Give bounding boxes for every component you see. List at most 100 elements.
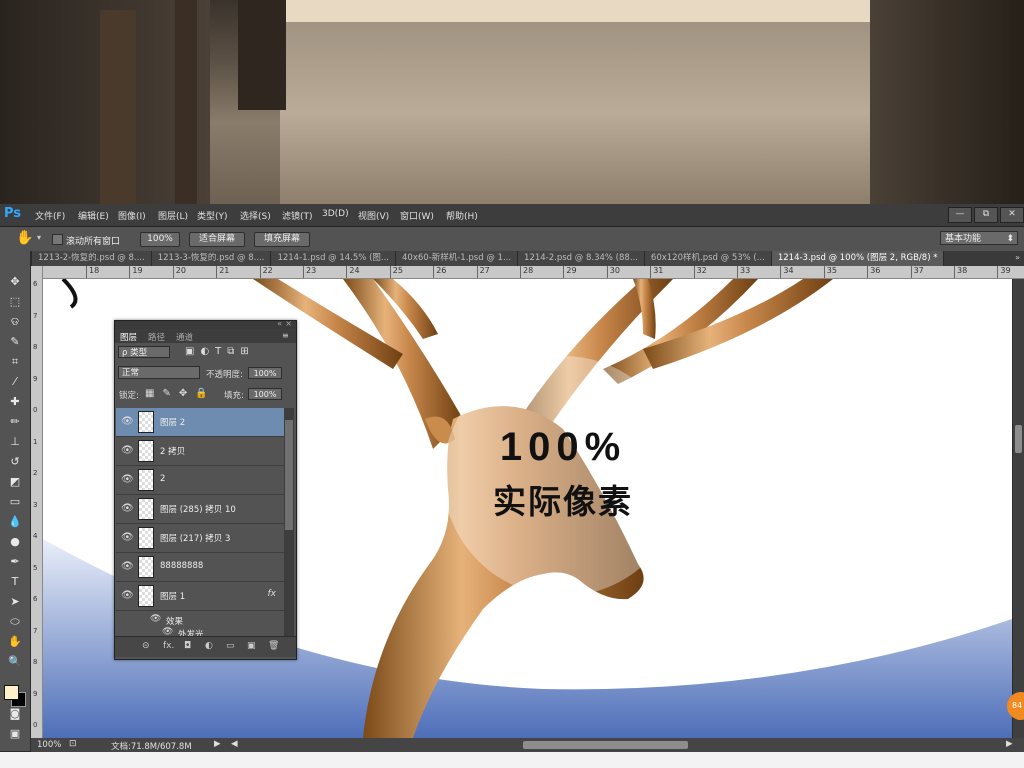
pen-tool-icon[interactable]: ✒ (7, 555, 23, 569)
collapse-icon[interactable]: « (277, 319, 282, 328)
fill-screen-button[interactable]: 填充屏幕 (254, 232, 310, 247)
effects-eye-icon[interactable]: 👁 (150, 614, 161, 624)
add-mask-icon[interactable]: ◘ (184, 641, 191, 651)
status-menu-arrow-icon[interactable]: ▶ (214, 739, 221, 749)
history-brush-tool-icon[interactable]: ↺ (7, 455, 23, 469)
scroll-left-arrow-icon[interactable]: ◀ (231, 739, 238, 749)
layers-panel-titlebar[interactable]: « × (115, 319, 296, 329)
path-select-tool-icon[interactable]: ➤ (7, 595, 23, 609)
layer-row[interactable]: 👁 图层 1 fx (116, 582, 284, 611)
menu-item-0[interactable]: 文件(F) (35, 209, 65, 222)
quick-mask-icon[interactable]: ◙ (7, 707, 23, 721)
visibility-eye-icon[interactable]: 👁 (121, 590, 134, 601)
workspace-select[interactable]: 基本功能 ⬍ (940, 231, 1018, 245)
more-tabs-icon[interactable]: » (1015, 253, 1020, 262)
ruler-tick-label: 31 (650, 266, 663, 278)
minimize-button[interactable]: — (948, 207, 972, 223)
marquee-tool-icon[interactable]: ⬚ (7, 295, 23, 309)
zoom-100-button[interactable]: 100% (140, 232, 180, 247)
blur-tool-icon[interactable]: 💧 (7, 515, 23, 529)
menu-item-4[interactable]: 类型(Y) (197, 209, 228, 222)
visibility-eye-icon[interactable]: 👁 (121, 445, 134, 456)
new-layer-icon[interactable]: ▣ (247, 641, 256, 651)
brush-tool-icon[interactable]: ✏ (7, 415, 23, 429)
visibility-eye-icon[interactable]: 👁 (121, 474, 134, 485)
dodge-tool-icon[interactable]: ● (7, 535, 23, 549)
eraser-tool-icon[interactable]: ◩ (7, 475, 23, 489)
ruler-tick-label: 20 (172, 266, 186, 278)
document-tab[interactable]: 1213-2-恢复的.psd @ 8.... (32, 251, 152, 266)
adjustment-layer-icon[interactable]: ◐ (205, 641, 213, 651)
screen-mode-icon[interactable]: ▣ (7, 727, 23, 741)
lock-icons[interactable]: ▦✎✥🔒 (145, 388, 216, 399)
menu-item-6[interactable]: 滤镜(T) (282, 209, 313, 222)
fit-screen-button[interactable]: 适合屏幕 (189, 232, 245, 247)
document-tab[interactable]: 1214-1.psd @ 14.5% (图... (271, 251, 396, 266)
document-tab[interactable]: 40x60-新样机-1.psd @ 1... (396, 251, 519, 266)
document-tab[interactable]: 1213-3-恢复的.psd @ 8.... (151, 251, 272, 266)
shape-tool-icon[interactable]: ⬭ (7, 615, 23, 629)
layer-row[interactable]: 👁 88888888 (116, 553, 284, 582)
delete-layer-icon[interactable]: 🗑 (268, 641, 279, 651)
menu-item-1[interactable]: 编辑(E) (78, 209, 109, 222)
status-icon[interactable]: ⊡ (69, 739, 77, 749)
vertical-scroll-thumb[interactable] (1015, 425, 1022, 453)
tool-preset-chevron-icon[interactable]: ▾ (37, 233, 41, 242)
healing-tool-icon[interactable]: ✚ (7, 395, 23, 409)
fill-input[interactable]: 100% (248, 388, 282, 400)
scroll-all-checkbox[interactable] (52, 234, 63, 245)
document-tab[interactable]: 1214-3.psd @ 100% (图层 2, RGB/8) * (771, 251, 945, 266)
blend-mode-select[interactable]: 正常 (118, 366, 200, 379)
menu-item-2[interactable]: 图像(I) (118, 209, 146, 222)
horizontal-scroll-thumb[interactable] (523, 741, 688, 749)
visibility-eye-icon[interactable]: 👁 (121, 561, 134, 572)
layer-effects-icon[interactable]: fx (268, 589, 277, 599)
lasso-tool-icon[interactable]: ଡ (7, 315, 23, 329)
layers-scroll-thumb[interactable] (285, 420, 293, 530)
document-tab[interactable]: 60x120样机.psd @ 53% (... (644, 251, 772, 266)
visibility-eye-icon[interactable]: 👁 (121, 532, 134, 543)
layer-row[interactable]: 👁 2 (116, 466, 284, 495)
gradient-tool-icon[interactable]: ▭ (7, 495, 23, 509)
document-tab[interactable]: 1214-2.psd @ 8.34% (88... (518, 251, 645, 266)
menu-item-9[interactable]: 窗口(W) (400, 209, 434, 222)
menu-item-8[interactable]: 视图(V) (358, 209, 389, 222)
zoom-tool-icon[interactable]: 🔍 (7, 655, 23, 669)
visibility-eye-icon[interactable]: 👁 (121, 503, 134, 514)
close-icon[interactable]: × (285, 319, 292, 328)
opacity-input[interactable]: 100% (248, 367, 282, 379)
layer-row[interactable]: 👁 2 拷贝 (116, 437, 284, 466)
link-layers-icon[interactable]: ⊝ (142, 641, 150, 651)
restore-button[interactable]: ⧉ (974, 207, 998, 223)
menu-item-3[interactable]: 图层(L) (158, 209, 188, 222)
tab-paths[interactable]: 路径 (148, 331, 165, 343)
menu-item-10[interactable]: 帮助(H) (446, 209, 478, 222)
layer-row[interactable]: 👁 图层 2 (116, 408, 284, 437)
hand-tool-icon[interactable]: ✋ (16, 230, 33, 246)
visibility-eye-icon[interactable]: 👁 (121, 416, 134, 427)
eyedropper-tool-icon[interactable]: ⁄ (7, 375, 23, 389)
status-zoom[interactable]: 100% (37, 740, 61, 750)
menu-item-7[interactable]: 3D(D) (322, 209, 349, 219)
crop-tool-icon[interactable]: ⌗ (7, 355, 23, 369)
menu-item-5[interactable]: 选择(S) (240, 209, 271, 222)
new-group-icon[interactable]: ▭ (226, 641, 235, 651)
vertical-scrollbar[interactable] (1013, 279, 1024, 738)
move-tool-icon[interactable]: ✥ (7, 275, 23, 289)
scroll-right-arrow-icon[interactable]: ▶ (1006, 739, 1013, 749)
ruler-tick-label: 35 (823, 266, 837, 278)
stamp-tool-icon[interactable]: ⊥ (7, 435, 23, 449)
layer-row[interactable]: 👁 图层 (217) 拷贝 3 (116, 524, 284, 553)
layer-row[interactable]: 👁 图层 (285) 拷贝 10 (116, 495, 284, 524)
layer-filter-select[interactable]: ρ 类型 (118, 346, 170, 358)
quick-select-tool-icon[interactable]: ✎ (7, 335, 23, 349)
foreground-color-swatch-top[interactable] (4, 685, 19, 700)
tab-channels[interactable]: 通道 (176, 331, 193, 343)
panel-menu-icon[interactable]: ≡ (282, 331, 289, 340)
tab-layers[interactable]: 图层 (120, 331, 137, 343)
type-tool-icon[interactable]: T (7, 575, 23, 589)
hand-tool-icon[interactable]: ✋ (7, 635, 23, 649)
layer-filter-icons[interactable]: ▣◐T⧉⊞ (185, 346, 255, 357)
close-button[interactable]: ✕ (1000, 207, 1024, 223)
add-style-icon[interactable]: fx. (163, 641, 174, 651)
